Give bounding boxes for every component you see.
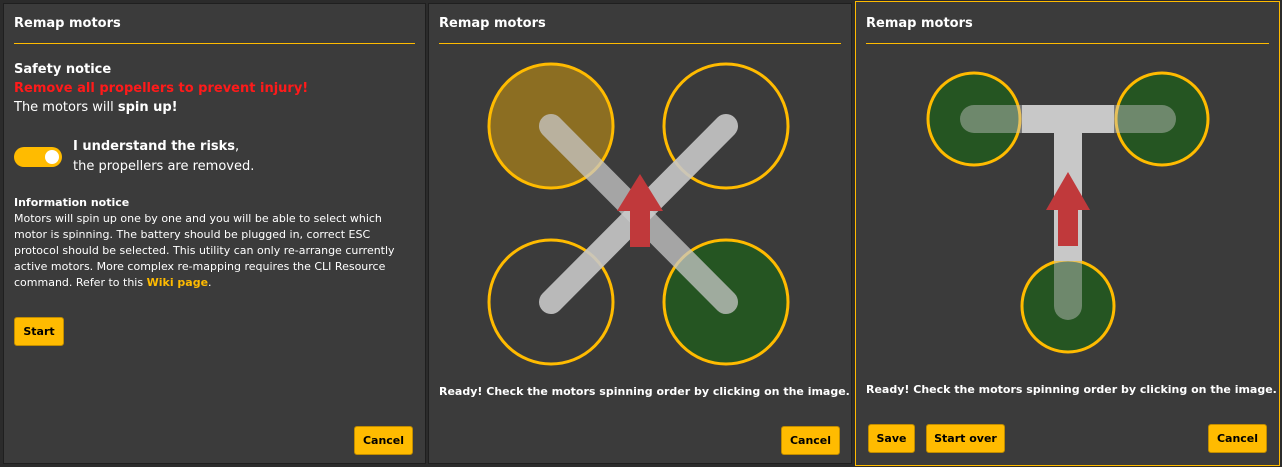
cancel-button[interactable]: Cancel — [354, 426, 413, 455]
save-button[interactable]: Save — [868, 424, 915, 453]
understand-risks-label: I understand the risks, the propellers a… — [73, 139, 254, 174]
spin-prefix: The motors will — [14, 100, 118, 115]
spin-up-notice: The motors will spin up! — [14, 100, 415, 115]
info-end: . — [208, 276, 212, 289]
remap-dialog-tricopter: Remap motors Ready! Check the motors spi… — [855, 1, 1280, 466]
safety-notice-title: Safety notice — [14, 62, 112, 77]
understand-rest: the propellers are removed. — [73, 159, 255, 174]
start-over-button[interactable]: Start over — [926, 424, 1005, 453]
understand-bold: I understand the risks — [73, 139, 236, 154]
remap-dialog-quad-x: Remap motors Ready! Check the motors spi… — [428, 3, 852, 464]
safety-warning: Remove all propellers to prevent injury! — [14, 81, 309, 96]
toggle-knob — [45, 150, 59, 164]
tricopter-diagram[interactable] — [856, 2, 1279, 382]
understand-risks-toggle[interactable] — [14, 147, 62, 167]
information-notice-title: Information notice — [14, 196, 130, 209]
wiki-page-link[interactable]: Wiki page — [147, 276, 208, 289]
quad-x-diagram[interactable] — [429, 4, 851, 384]
dialog-title: Remap motors — [14, 16, 415, 44]
understand-comma: , — [235, 139, 240, 154]
remap-dialog-safety: Remap motors Safety notice Remove all pr… — [3, 3, 426, 464]
cancel-button[interactable]: Cancel — [781, 426, 840, 455]
information-notice-text: Motors will spin up one by one and you w… — [14, 211, 410, 291]
cancel-button[interactable]: Cancel — [1208, 424, 1267, 453]
front-arrow-icon — [1046, 172, 1090, 246]
status-text: Ready! Check the motors spinning order b… — [439, 385, 850, 398]
frame-crossbar-center — [1022, 105, 1114, 133]
start-button[interactable]: Start — [14, 317, 64, 346]
status-text: Ready! Check the motors spinning order b… — [866, 383, 1277, 396]
spin-bold: spin up! — [117, 100, 178, 115]
